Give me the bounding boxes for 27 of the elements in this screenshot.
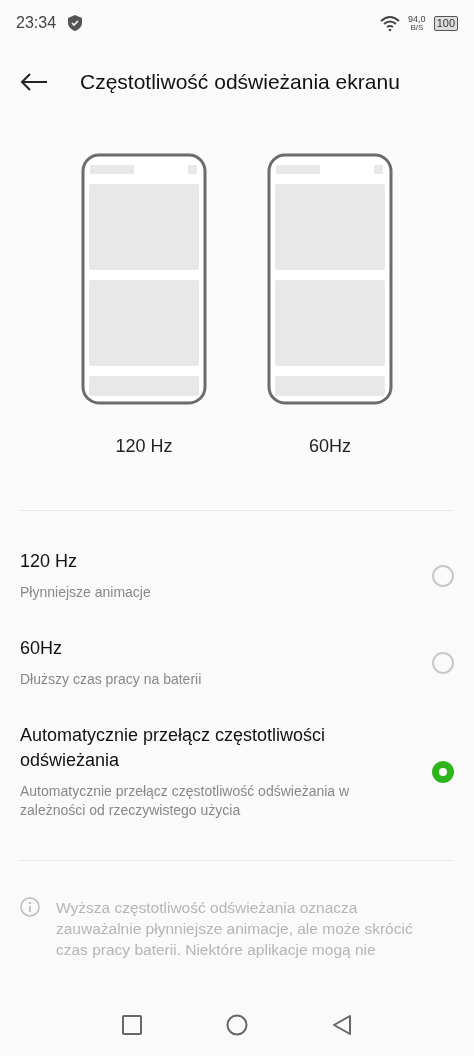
info-icon [20,897,40,917]
home-icon[interactable] [226,1014,248,1036]
status-time: 23:34 [16,13,57,33]
radio-button[interactable] [432,760,454,783]
back-arrow-icon[interactable] [20,72,48,92]
network-speed: 94,0 [408,14,426,24]
back-icon[interactable] [332,1014,352,1036]
info-note: Wyższa częstotliwość odświeżania oznacza zauważalnie płynniejsze animacje, ale może skrócić czas pracy baterii. Niektóre aplikacje mogą nie [56,898,414,960]
radio-button[interactable] [432,651,454,674]
preview-label: 120 Hz [115,435,173,458]
option-subtitle: Automatycznie przełącz częstotliwość odświeżania w zależności od rzeczywistego użycia [20,782,351,820]
refresh-option[interactable]: Automatycznie przełącz częstotliwości odświeżania Automatycznie przełącz częstotliwość odświeżania w zależności od rzeczywistego użycia [0,723,474,820]
preview-label: 60Hz [309,435,351,458]
network-speed-unit: B/S [410,23,424,32]
page-title: Częstotliwość odświeżania ekranu [80,69,400,96]
option-subtitle: Dłuższy czas pracy na baterii [20,670,203,689]
radio-button[interactable] [432,564,454,587]
refresh-option[interactable]: 120 Hz Płynniejsze animacje [0,549,474,602]
option-title: Automatycznie przełącz częstotliwości odświeżania [20,724,327,772]
refresh-option[interactable]: 60Hz Dłuższy czas pracy na baterii [0,636,474,689]
recent-apps-icon[interactable] [122,1015,142,1035]
battery-icon: 100 [433,15,458,31]
option-title: 60Hz [20,637,64,660]
shield-icon [68,15,83,31]
wifi-icon [380,15,401,31]
option-subtitle: Płynniejsze animacje [20,583,152,602]
option-title: 120 Hz [20,550,79,573]
